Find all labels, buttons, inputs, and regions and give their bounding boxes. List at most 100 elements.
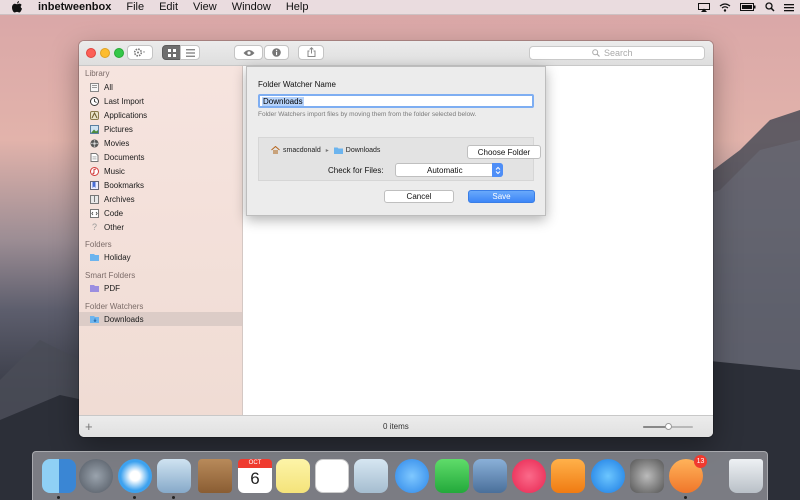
search-field[interactable]: Search — [529, 46, 705, 60]
inbetweenbox-icon[interactable]: 13 — [669, 455, 707, 493]
sidebar-item-label: Code — [104, 208, 124, 218]
watcher-name-field[interactable]: Downloads — [258, 94, 534, 108]
facetime-icon[interactable] — [435, 459, 469, 493]
preview-icon[interactable] — [354, 459, 388, 493]
apple-menu-icon[interactable] — [12, 1, 24, 13]
itunes-icon[interactable] — [512, 459, 546, 493]
path-control[interactable]: smacdonald ▸ Downloads — [271, 146, 380, 154]
sidebar-item-label: Archives — [104, 194, 135, 204]
trash-icon[interactable] — [729, 459, 763, 493]
action-menu-button[interactable] — [127, 45, 153, 60]
music-icon — [90, 166, 99, 176]
add-icon[interactable]: + — [85, 419, 93, 434]
reminders-icon[interactable] — [315, 459, 349, 493]
launchpad-icon[interactable] — [79, 459, 113, 493]
path-segment-downloads[interactable]: Downloads — [346, 147, 381, 154]
sidebar-item-label: Downloads — [104, 314, 144, 324]
sidebar-item-documents[interactable]: Documents — [79, 150, 242, 164]
sidebar-item-pdf[interactable]: PDF — [79, 281, 242, 295]
share-button[interactable] — [298, 45, 324, 60]
sidebar-item-movies[interactable]: Movies — [79, 136, 242, 150]
menu-window[interactable]: Window — [232, 0, 271, 14]
menu-help[interactable]: Help — [286, 0, 309, 14]
system-preferences-icon[interactable] — [630, 459, 664, 493]
minimize-window-button[interactable] — [100, 48, 110, 58]
wifi-icon[interactable] — [719, 2, 731, 12]
search-icon — [592, 49, 600, 57]
choose-folder-button[interactable]: Choose Folder — [467, 145, 541, 159]
quick-look-button[interactable] — [234, 45, 263, 60]
grid-view-button[interactable] — [162, 45, 181, 60]
menu-view[interactable]: View — [193, 0, 217, 14]
question-icon: ? — [91, 222, 97, 232]
home-icon — [271, 146, 280, 154]
share-icon — [307, 44, 316, 62]
finder-icon[interactable] — [42, 459, 76, 493]
sidebar-item-last-import[interactable]: Last Import — [79, 94, 242, 108]
save-button[interactable]: Save — [468, 190, 535, 203]
sidebar-item-pictures[interactable]: Pictures — [79, 122, 242, 136]
sidebar-item-bookmarks[interactable]: Bookmarks — [79, 178, 242, 192]
sidebar-item-all[interactable]: All — [79, 80, 242, 94]
calendar-icon[interactable]: OCT 6 — [238, 459, 272, 493]
folder-options-box: smacdonald ▸ Downloads Choose Folder Che… — [258, 137, 541, 181]
ibooks-icon[interactable] — [551, 459, 585, 493]
sidebar-item-label: Bookmarks — [104, 180, 145, 190]
battery-icon[interactable] — [740, 3, 756, 11]
movies-icon — [90, 139, 99, 148]
path-segment-home[interactable]: smacdonald — [283, 147, 321, 154]
bookmarks-icon — [90, 180, 99, 190]
archives-icon — [90, 194, 99, 204]
sheet-title: Folder Watcher Name — [258, 80, 336, 89]
close-window-button[interactable] — [86, 48, 96, 58]
sidebar-item-label: Last Import — [104, 96, 145, 106]
zoom-slider-knob[interactable] — [665, 423, 672, 430]
downloads-folder-icon — [333, 147, 343, 154]
menu-file[interactable]: File — [126, 0, 144, 14]
sidebar-item-applications[interactable]: Applications — [79, 108, 242, 122]
running-indicator — [133, 496, 136, 499]
photo-icon[interactable] — [473, 459, 507, 493]
search-spotlight-icon[interactable] — [765, 2, 775, 12]
folder-icon — [90, 253, 99, 262]
zoom-window-button[interactable] — [114, 48, 124, 58]
sidebar-item-archives[interactable]: Archives — [79, 192, 242, 206]
path-separator-icon: ▸ — [325, 147, 329, 154]
app-store-icon[interactable] — [591, 459, 625, 493]
list-view-button[interactable] — [180, 45, 200, 60]
check-for-files-popup[interactable]: Automatic — [395, 163, 503, 177]
sidebar-item-holiday[interactable]: Holiday — [79, 250, 242, 264]
zoom-slider[interactable] — [643, 423, 693, 430]
sidebar-item-downloads[interactable]: Downloads — [79, 312, 242, 326]
item-count: 0 items — [383, 422, 409, 431]
smart-folders-heading: Smart Folders — [85, 271, 136, 280]
notification-center-icon[interactable] — [784, 3, 794, 12]
sidebar-item-code[interactable]: Code — [79, 206, 242, 220]
notes-icon[interactable] — [276, 459, 310, 493]
running-indicator — [684, 496, 687, 499]
sidebar-item-music[interactable]: Music — [79, 164, 242, 178]
sidebar-item-label: Movies — [104, 138, 130, 148]
sidebar-item-label: All — [104, 82, 113, 92]
running-indicator — [57, 496, 60, 499]
dock: OCT 6 13 — [32, 451, 768, 500]
documents-icon — [90, 152, 99, 162]
running-indicator — [172, 496, 175, 499]
sidebar-item-label: Other — [104, 222, 125, 232]
sidebar-item-label: Pictures — [104, 124, 133, 134]
contacts-icon[interactable] — [198, 459, 232, 493]
airplay-icon[interactable] — [698, 2, 710, 12]
search-placeholder: Search — [604, 48, 633, 58]
cancel-button[interactable]: Cancel — [384, 190, 454, 203]
menu-edit[interactable]: Edit — [159, 0, 178, 14]
sidebar-item-other[interactable]: ? Other — [79, 220, 242, 234]
messages-icon[interactable] — [395, 459, 429, 493]
clock-icon — [90, 96, 99, 106]
safari-icon[interactable] — [118, 459, 152, 493]
mail-icon[interactable] — [157, 459, 191, 493]
notification-badge: 13 — [694, 455, 707, 468]
folder-watchers-heading: Folder Watchers — [85, 302, 144, 311]
info-button[interactable] — [264, 45, 289, 60]
sidebar-item-label: Applications — [104, 110, 148, 120]
app-menu[interactable]: inbetweenbox — [38, 0, 111, 14]
